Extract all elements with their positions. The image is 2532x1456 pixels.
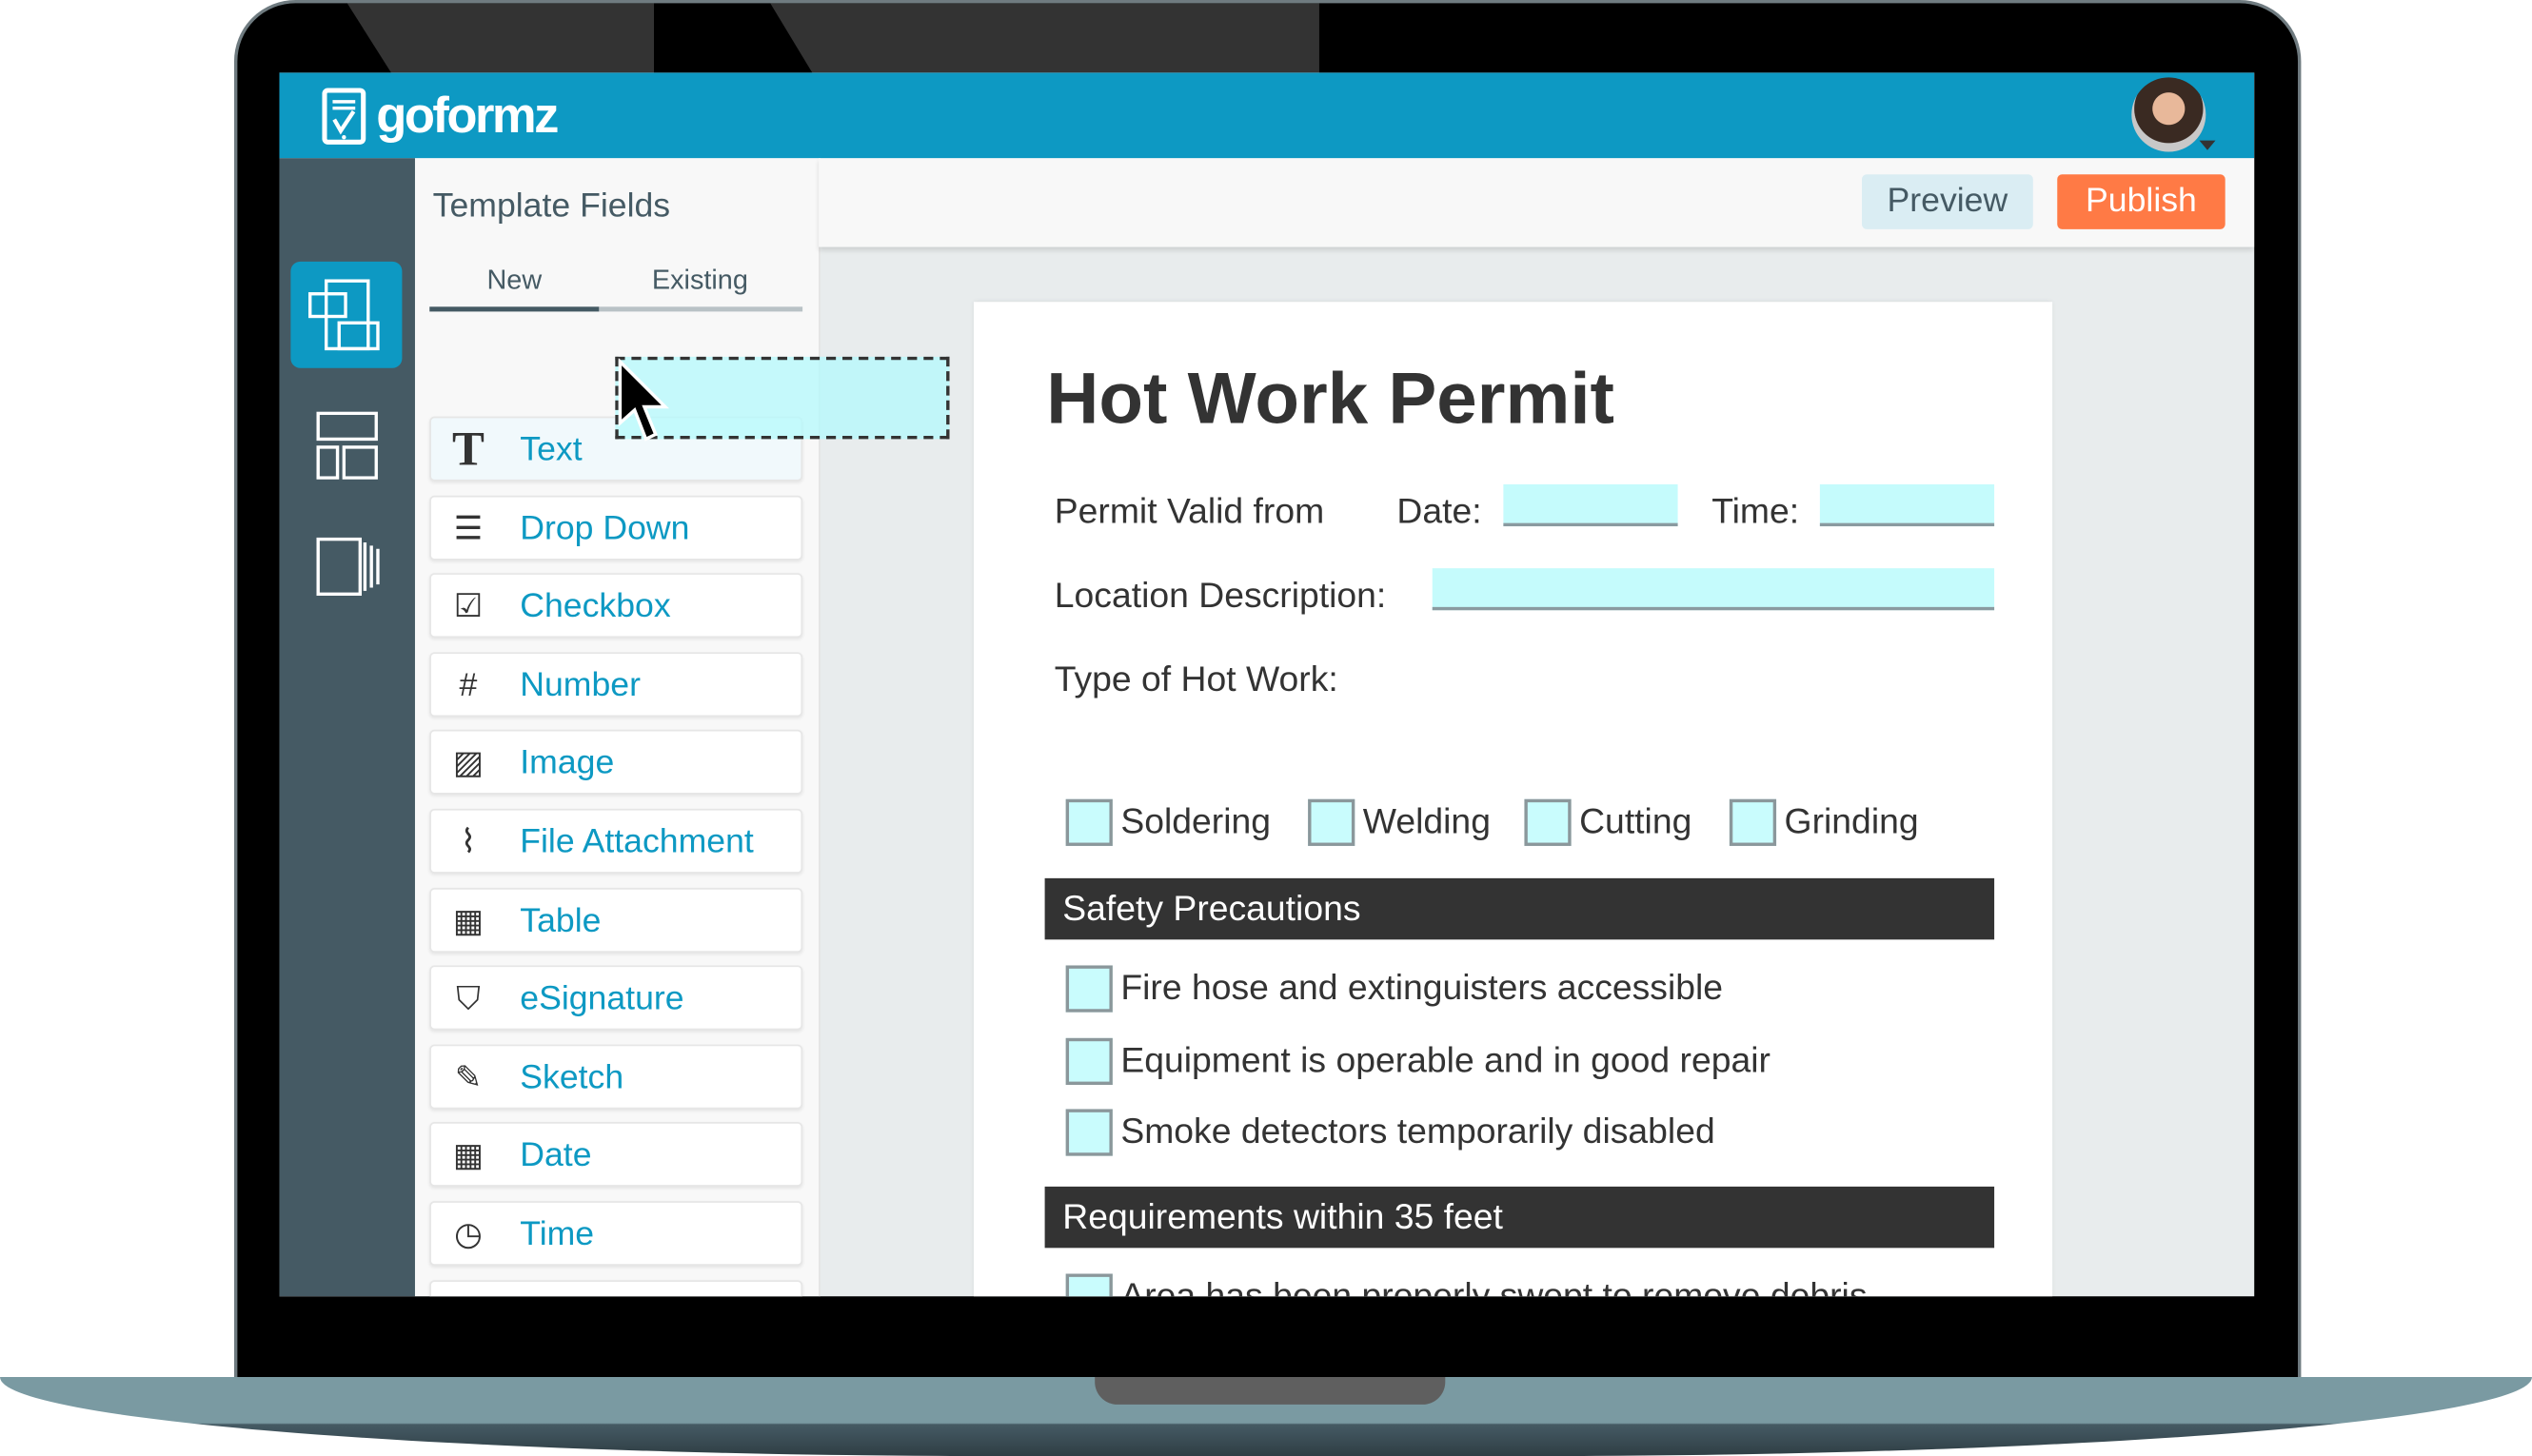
app-header: goformz xyxy=(279,72,2255,159)
checklist-checkbox[interactable] xyxy=(1065,1273,1113,1297)
tab-divider xyxy=(599,306,803,312)
field-item-checkbox[interactable]: ☑ Checkbox xyxy=(429,573,803,639)
tab-active-indicator xyxy=(429,306,600,312)
toolbar: Preview Publish xyxy=(819,158,2255,247)
logo-text: goformz xyxy=(376,87,559,144)
image-icon: ▨ xyxy=(452,746,485,782)
dropdown-icon: ☰ xyxy=(453,511,484,547)
layout-icon[interactable] xyxy=(316,411,378,480)
checkbox-welding[interactable] xyxy=(1308,798,1355,846)
field-item-sketch[interactable]: ✎ Sketch xyxy=(429,1044,803,1110)
section-header-requirements: Requirements within 35 feet xyxy=(1044,1186,1995,1249)
field-item-table[interactable]: ▦ Table xyxy=(429,887,803,953)
checklist-checkbox[interactable] xyxy=(1065,965,1113,1013)
paperclip-icon: ⌇ xyxy=(460,824,477,861)
laptop-notch xyxy=(1095,1377,1446,1405)
field-item-label: Checkbox xyxy=(520,587,671,625)
checklist-item: Equipment is operable and in good repair xyxy=(1120,1038,1770,1080)
field-item-esignature[interactable]: ⛉ eSignature xyxy=(429,965,803,1031)
checkbox-soldering[interactable] xyxy=(1065,798,1113,846)
tab-new[interactable]: New xyxy=(422,265,607,297)
hash-icon: # xyxy=(459,667,478,704)
field-item-label: Number xyxy=(520,666,641,704)
section-header-safety: Safety Precautions xyxy=(1044,877,1995,940)
field-item-label: File Attachment xyxy=(520,823,754,861)
template-fields-icon xyxy=(308,279,380,351)
type-label: Type of Hot Work: xyxy=(1054,659,1338,699)
checkbox-label: Grinding xyxy=(1784,800,1919,841)
field-item-label: Table xyxy=(520,901,602,939)
field-item-label: Date xyxy=(520,1136,592,1174)
time-input[interactable] xyxy=(1819,483,1995,527)
field-item-label: eSignature xyxy=(520,980,684,1018)
preview-button[interactable]: Preview xyxy=(1861,174,2033,229)
permit-valid-label: Permit Valid from xyxy=(1054,490,1325,532)
checkbox-cutting[interactable] xyxy=(1524,798,1572,846)
form-title: Hot Work Permit xyxy=(1046,356,1614,440)
field-item-date[interactable]: ▦ Date xyxy=(429,1122,803,1188)
checklist-item: Fire hose and extinguisters accessible xyxy=(1120,967,1724,1008)
panel-title: Template Fields xyxy=(432,187,671,225)
field-item-label: Drop Down xyxy=(520,509,690,547)
checkbox-label: Cutting xyxy=(1579,800,1692,841)
app-screen: goformz Template Fields New Existing T Te… xyxy=(279,72,2255,1297)
clock-icon: ◷ xyxy=(454,1217,483,1253)
tab-existing[interactable]: Existing xyxy=(607,265,793,297)
shield-check-icon: ⛉ xyxy=(456,981,481,1018)
left-rail xyxy=(279,158,415,1297)
template-fields-panel: Template Fields New Existing T Text ☰ Drop … xyxy=(414,158,821,1297)
time-label: Time: xyxy=(1711,490,1800,532)
bezel-reflection xyxy=(346,3,655,76)
field-item-label: Location xyxy=(520,1294,648,1296)
checkbox-grinding[interactable] xyxy=(1729,798,1777,846)
checkbox-icon: ☑ xyxy=(453,589,484,625)
checkbox-label: Soldering xyxy=(1120,800,1272,841)
goformz-logo[interactable]: goformz xyxy=(322,87,559,146)
form-page: Hot Work Permit Permit Valid from Date: … xyxy=(973,302,2053,1297)
checklist-item: Smoke detectors temporarily disabled xyxy=(1120,1111,1715,1151)
field-item-label: Image xyxy=(520,744,615,782)
field-item-image[interactable]: ▨ Image xyxy=(429,730,803,796)
checkbox-label: Welding xyxy=(1362,800,1491,841)
bezel-reflection xyxy=(770,3,1319,76)
field-item-label: Time xyxy=(520,1215,595,1253)
tablet-check-icon xyxy=(322,88,366,145)
date-input[interactable] xyxy=(1503,483,1678,527)
map-pin-icon: ● xyxy=(447,1292,489,1297)
location-input[interactable] xyxy=(1432,568,1995,611)
publish-button[interactable]: Publish xyxy=(2057,174,2225,229)
field-item-time[interactable]: ◷ Time xyxy=(429,1201,803,1267)
field-item-file-attachment[interactable]: ⌇ File Attachment xyxy=(429,808,803,874)
field-item-label: Sketch xyxy=(520,1058,624,1096)
pencil-icon: ✎ xyxy=(454,1060,483,1096)
caret-down-icon[interactable] xyxy=(2199,140,2216,150)
date-label: Date: xyxy=(1396,490,1482,532)
text-icon: T xyxy=(451,423,485,477)
field-item-label: Text xyxy=(520,430,583,468)
field-item-location[interactable]: ● Location xyxy=(429,1279,803,1297)
checklist-checkbox[interactable] xyxy=(1065,1109,1113,1156)
table-icon: ▦ xyxy=(452,903,485,939)
field-item-number[interactable]: # Number xyxy=(429,652,803,717)
checklist-item: Area has been properly swept to remove d… xyxy=(1120,1275,1868,1297)
user-avatar[interactable] xyxy=(2131,77,2206,152)
rail-item-template-fields[interactable] xyxy=(290,261,403,368)
field-item-drop-down[interactable]: ☰ Drop Down xyxy=(429,495,803,560)
pages-icon[interactable] xyxy=(316,536,382,597)
checklist-checkbox[interactable] xyxy=(1065,1036,1113,1085)
calendar-icon: ▦ xyxy=(452,1138,485,1174)
mouse-cursor-icon xyxy=(618,358,670,442)
location-label: Location Description: xyxy=(1054,574,1387,616)
